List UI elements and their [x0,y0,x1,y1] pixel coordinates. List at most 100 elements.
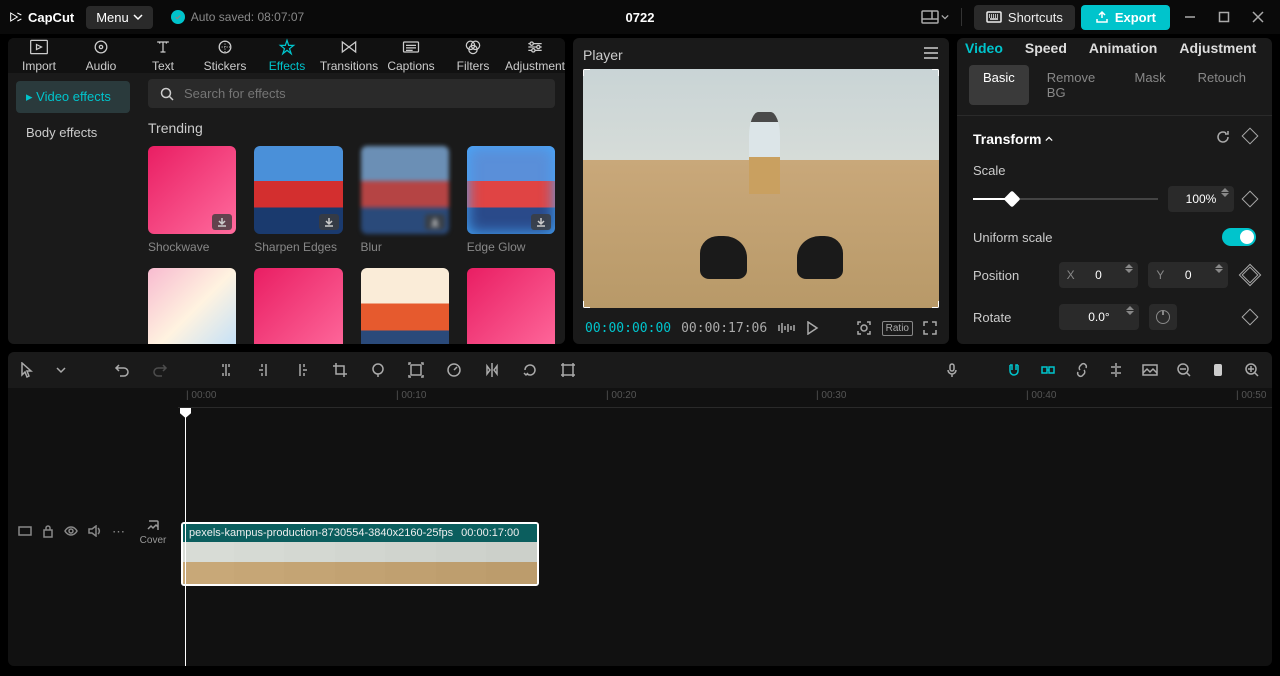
subtab-retouch[interactable]: Retouch [1184,65,1260,105]
scan-icon[interactable] [856,320,872,336]
uniform-scale-label: Uniform scale [973,230,1052,245]
insp-tab-video[interactable]: Video [965,40,1003,58]
tab-import[interactable]: Import [8,38,70,73]
effect-sharpen[interactable] [254,146,342,234]
magnet-main-icon[interactable] [1004,360,1024,380]
playhead[interactable] [185,408,186,666]
download-icon[interactable] [212,214,232,230]
shortcuts-button[interactable]: Shortcuts [974,5,1075,30]
layout-icon[interactable] [921,5,949,29]
tab-text[interactable]: Text [132,38,194,73]
tab-transitions[interactable]: Transitions [318,38,380,73]
search-input[interactable] [184,86,543,101]
keyframe-icon[interactable] [1242,191,1259,208]
track-options-icon[interactable] [18,524,32,541]
tab-captions[interactable]: Captions [380,38,442,73]
effect-item[interactable] [361,268,449,344]
mute-icon[interactable] [88,525,102,540]
effect-categories: ▸ Video effects Body effects [8,73,138,344]
subtab-mask[interactable]: Mask [1121,65,1180,105]
subtab-basic[interactable]: Basic [969,65,1029,105]
select-range-tool[interactable] [406,360,426,380]
preview-icon[interactable] [1140,360,1160,380]
rotate-label: Rotate [973,310,1049,325]
undo-button[interactable] [112,360,132,380]
pointer-tool[interactable] [18,360,38,380]
eye-icon[interactable] [64,525,78,540]
chevron-down-icon[interactable] [56,360,66,380]
keyframe-icon[interactable] [1242,309,1259,326]
menu-button[interactable]: Menu [86,6,153,29]
reset-icon[interactable] [1216,130,1230,147]
lock-icon[interactable] [42,524,54,541]
trim-left-tool[interactable] [254,360,274,380]
trim-right-tool[interactable] [292,360,312,380]
download-icon[interactable] [319,214,339,230]
insp-tab-animation[interactable]: Animation [1089,40,1157,58]
rotate-input[interactable]: 0.0° [1059,304,1139,330]
keyframe-icon[interactable] [1241,267,1258,284]
timeline-tracks[interactable]: pexels-kampus-production-8730554-3840x21… [178,408,1272,666]
time-current: 00:00:00:00 [585,321,671,336]
effect-item[interactable] [254,268,342,344]
tab-adjustment[interactable]: Adjustment [504,38,565,73]
split-tool[interactable] [216,360,236,380]
marker-tool[interactable] [368,360,388,380]
download-icon[interactable] [425,214,445,230]
cat-video-effects[interactable]: ▸ Video effects [16,81,130,113]
more-icon[interactable]: ⋯ [112,524,126,540]
tab-filters[interactable]: Filters [442,38,504,73]
player-menu-icon[interactable] [923,46,939,63]
tab-effects[interactable]: Effects [256,38,318,73]
crop-tool[interactable] [330,360,350,380]
insp-tab-speed[interactable]: Speed [1025,40,1067,58]
clip-duration: 00:00:17:00 [461,527,519,539]
player-viewport[interactable] [583,69,939,308]
effect-shockwave[interactable] [148,146,236,234]
export-button[interactable]: Export [1081,5,1170,30]
maximize-button[interactable] [1210,3,1238,31]
download-icon[interactable] [531,214,551,230]
effect-edge-glow[interactable] [467,146,555,234]
timeline-ruler[interactable]: | 00:00 | 00:10 | 00:20 | 00:30 | 00:40 … [178,388,1272,408]
cat-body-effects[interactable]: Body effects [16,117,130,148]
transform-tool[interactable] [558,360,578,380]
zoom-out-icon[interactable] [1174,360,1194,380]
subtab-removebg[interactable]: Remove BG [1033,65,1117,105]
scale-input[interactable]: 100% [1168,186,1234,212]
align-icon[interactable] [1106,360,1126,380]
speed-tool[interactable] [444,360,464,380]
play-button[interactable] [805,321,819,335]
uniform-toggle[interactable] [1222,228,1256,246]
project-title: 0722 [626,10,655,25]
effects-search[interactable] [148,79,555,108]
rotate-tool[interactable] [520,360,540,380]
check-icon [171,10,185,24]
keyframe-icon[interactable] [1242,128,1259,145]
minimize-button[interactable] [1176,3,1204,31]
effect-item[interactable] [467,268,555,344]
redo-button[interactable] [150,360,170,380]
effect-item[interactable] [148,268,236,344]
levels-icon[interactable] [777,321,795,335]
zoom-slider-thumb[interactable] [1208,360,1228,380]
insp-tab-adjustment[interactable]: Adjustment [1179,40,1256,58]
pos-x-input[interactable]: X0 [1059,262,1139,288]
snap-icon[interactable] [1038,360,1058,380]
link-icon[interactable] [1072,360,1092,380]
close-button[interactable] [1244,3,1272,31]
effect-blur[interactable] [361,146,449,234]
mirror-tool[interactable] [482,360,502,380]
cover-button[interactable]: Cover [138,519,168,546]
zoom-in-icon[interactable] [1242,360,1262,380]
video-clip[interactable]: pexels-kampus-production-8730554-3840x21… [181,522,539,586]
transform-section[interactable]: Transform [973,131,1053,147]
tab-stickers[interactable]: Stickers [194,38,256,73]
fullscreen-icon[interactable] [923,321,937,335]
tab-audio[interactable]: Audio [70,38,132,73]
mic-icon[interactable] [942,360,962,380]
rotate-dial[interactable] [1149,304,1177,330]
pos-y-input[interactable]: Y0 [1148,262,1228,288]
ratio-button[interactable]: Ratio [882,321,913,336]
scale-slider[interactable] [973,191,1158,207]
